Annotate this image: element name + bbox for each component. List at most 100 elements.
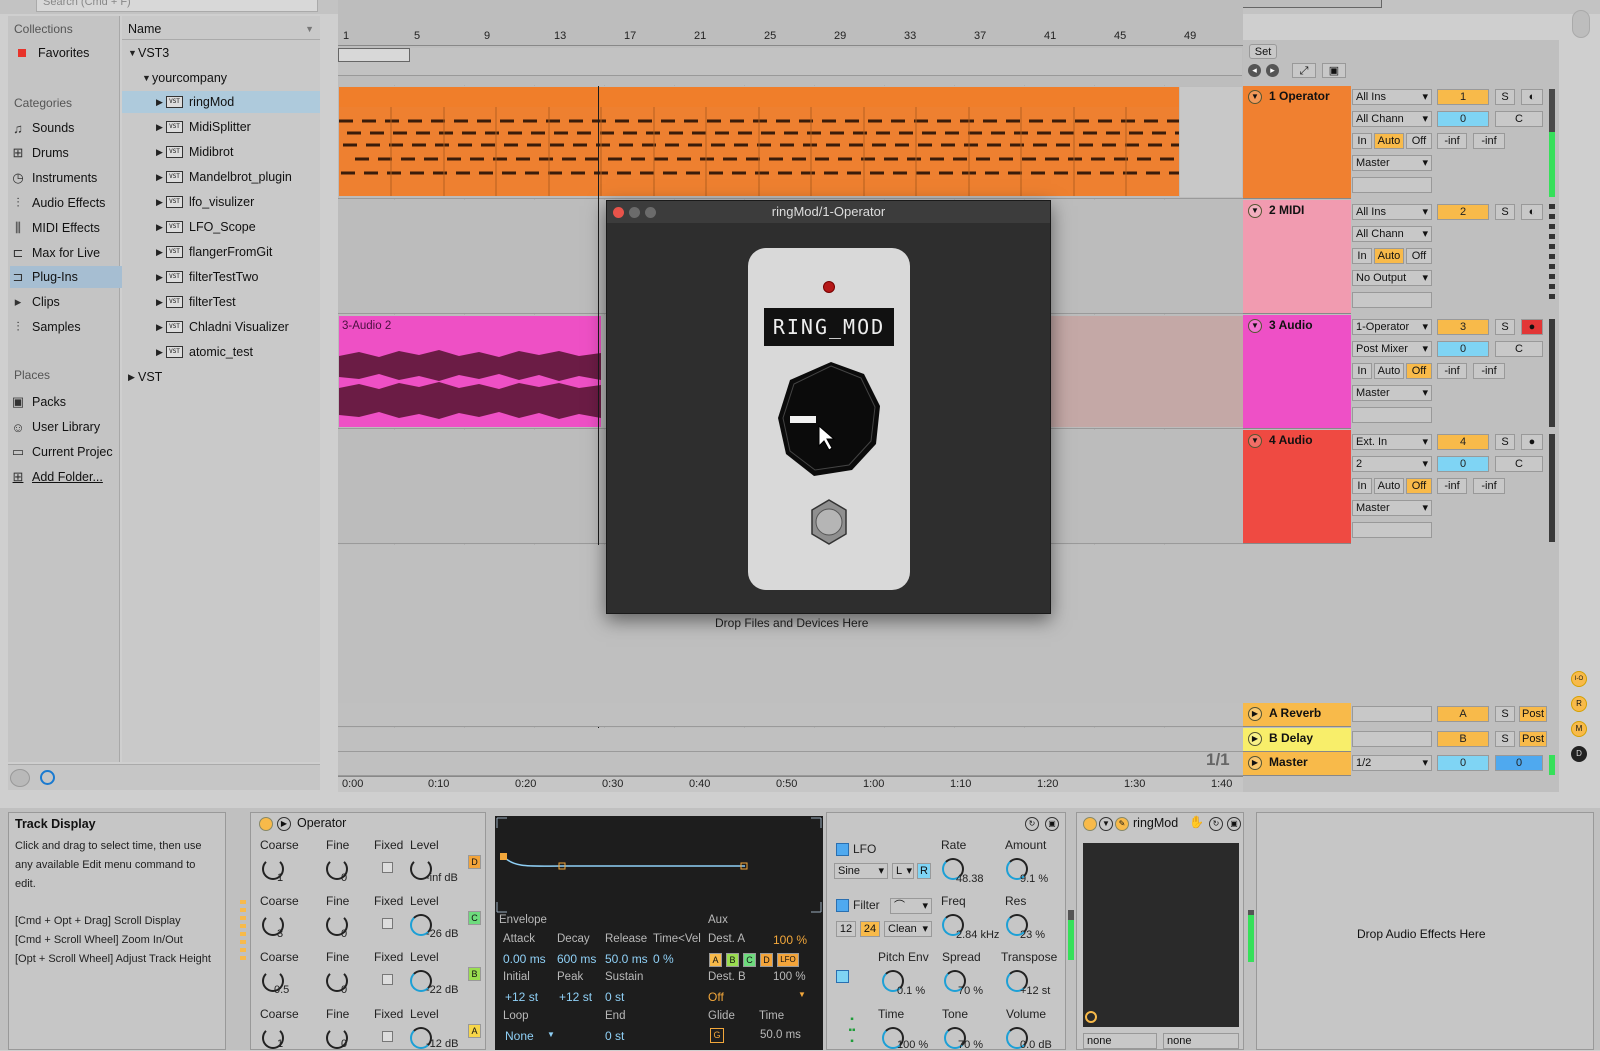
- input-channel-select[interactable]: 2 ▾: [1352, 456, 1432, 472]
- minimize-window-button[interactable]: [629, 207, 640, 218]
- tree-plugin-row[interactable]: ▶ VST LFO_Scope: [122, 216, 320, 238]
- pitch-env-checkbox[interactable]: [836, 970, 849, 983]
- device-power-button[interactable]: [259, 817, 273, 831]
- fixed-checkbox[interactable]: [382, 918, 393, 929]
- place-packs[interactable]: ▣ Packs: [10, 391, 122, 413]
- loop-dropdown-icon[interactable]: ▼: [547, 1030, 555, 1039]
- device-power-button[interactable]: [1083, 817, 1097, 831]
- loop-region[interactable]: [338, 48, 410, 62]
- post-button[interactable]: Post: [1519, 731, 1547, 747]
- tree-plugin-row[interactable]: ▶ VST Chladni Visualizer: [122, 316, 320, 338]
- ringmod-device[interactable]: ▼ ✎ ringMod ✋ ↻ ▣ none none: [1076, 812, 1244, 1050]
- input-type-select[interactable]: Ext. In ▾: [1352, 434, 1432, 450]
- monitor-off-button[interactable]: Off: [1406, 248, 1432, 264]
- fixed-checkbox[interactable]: [382, 974, 393, 985]
- solo-button[interactable]: S: [1495, 731, 1515, 747]
- arm-button-active[interactable]: ●: [1521, 319, 1543, 335]
- monitor-auto-button[interactable]: Auto: [1374, 478, 1404, 494]
- save-preset-icon[interactable]: ▣: [1227, 817, 1241, 831]
- lfo-range-select[interactable]: L ▾: [892, 863, 914, 879]
- mix-knob[interactable]: [776, 356, 882, 480]
- track-activator-button[interactable]: 1: [1437, 89, 1489, 105]
- category-drums[interactable]: ⊞ Drums: [10, 142, 122, 164]
- output-channel-select[interactable]: [1352, 522, 1432, 538]
- output-channel-select[interactable]: [1352, 407, 1432, 423]
- end-value[interactable]: 0 st: [605, 1029, 624, 1043]
- master-lane[interactable]: [338, 752, 1243, 776]
- collection-favorites[interactable]: Favorites: [14, 42, 126, 64]
- monitor-in-button[interactable]: In: [1352, 248, 1372, 264]
- fixed-checkbox[interactable]: [382, 1031, 393, 1042]
- zoom-window-button[interactable]: [645, 207, 656, 218]
- tree-plugin-row[interactable]: ▶ VST Midibrot: [122, 141, 320, 163]
- lfo-retrigger-button[interactable]: R: [917, 863, 931, 879]
- output-channel-select[interactable]: [1352, 177, 1432, 193]
- solo-button[interactable]: S: [1495, 89, 1515, 105]
- xy-param-x-select[interactable]: none: [1083, 1033, 1157, 1049]
- track-fold-icon[interactable]: ▼: [1248, 90, 1262, 104]
- track-activator-button[interactable]: 4: [1437, 434, 1489, 450]
- returns-toggle-icon[interactable]: R: [1571, 696, 1587, 712]
- io-toggle-icon[interactable]: I-O: [1571, 671, 1587, 687]
- tree-plugin-row[interactable]: ▶ VST Mandelbrot_plugin: [122, 166, 320, 188]
- track-header-1[interactable]: ▼ 1 Operator: [1243, 86, 1351, 199]
- master-channel-select[interactable]: 1/2 ▾: [1352, 755, 1432, 771]
- return-lane-a[interactable]: [338, 703, 1243, 727]
- dest-d-button[interactable]: D: [760, 953, 773, 967]
- tree-folder-vst3[interactable]: ▼ VST3: [122, 42, 320, 64]
- device-grip[interactable]: [1248, 910, 1254, 962]
- output-channel-select[interactable]: [1352, 292, 1432, 308]
- search-input[interactable]: Search (Cmd + F): [36, 0, 318, 12]
- input-type-select[interactable]: All Ins ▾: [1352, 89, 1432, 105]
- tree-plugin-row[interactable]: ▶ VST filterTestTwo: [122, 266, 320, 288]
- monitor-off-button[interactable]: Off: [1406, 363, 1432, 379]
- category-samples[interactable]: ⫶ Samples: [10, 316, 122, 338]
- solo-button[interactable]: S: [1495, 319, 1515, 335]
- delay-toggle-icon[interactable]: D: [1571, 746, 1587, 762]
- peak-value[interactable]: +12 st: [559, 990, 592, 1004]
- pan-field[interactable]: C: [1495, 341, 1543, 357]
- attack-value[interactable]: 0.00 ms: [503, 952, 546, 966]
- dest-b-select[interactable]: Off: [708, 990, 724, 1004]
- glide-toggle[interactable]: G: [710, 1028, 724, 1043]
- return-activator-button[interactable]: B: [1437, 731, 1489, 747]
- dest-lfo-button[interactable]: LFO: [777, 953, 799, 967]
- track-header-4[interactable]: ▼ 4 Audio: [1243, 430, 1351, 544]
- volume-field[interactable]: 0: [1437, 456, 1489, 472]
- next-locator-icon[interactable]: ▸: [1266, 64, 1279, 77]
- device-fold-icon[interactable]: ▼: [1099, 817, 1113, 831]
- track-fold-icon[interactable]: ▶: [1248, 732, 1262, 746]
- oscillator-button[interactable]: D: [468, 855, 481, 869]
- slope-12-button[interactable]: 12: [836, 921, 856, 937]
- input-type-select[interactable]: 1-Operator ▾: [1352, 319, 1432, 335]
- category-clips[interactable]: ▸ Clips: [10, 291, 122, 313]
- add-folder-button[interactable]: ⊞ Add Folder...: [10, 466, 122, 488]
- close-window-button[interactable]: [613, 207, 624, 218]
- oscillator-button[interactable]: A: [468, 1024, 481, 1038]
- category-audio-effects[interactable]: ⫶ Audio Effects: [10, 192, 122, 214]
- monitor-off-button[interactable]: Off: [1406, 478, 1432, 494]
- lfo-wave-select[interactable]: Sine ▾: [834, 863, 888, 879]
- arm-button[interactable]: ◐: [1521, 89, 1543, 105]
- solo-button[interactable]: S: [1495, 434, 1515, 450]
- oscillator-button[interactable]: C: [468, 911, 481, 925]
- dest-c-button[interactable]: C: [743, 953, 756, 967]
- input-channel-select[interactable]: Post Mixer ▾: [1352, 341, 1432, 357]
- return-lane-b[interactable]: [338, 728, 1243, 752]
- bar-ruler[interactable]: [338, 28, 1243, 46]
- output-select[interactable]: Master ▾: [1352, 155, 1432, 171]
- envelope-display[interactable]: [495, 816, 823, 916]
- pan-field[interactable]: C: [1495, 456, 1543, 472]
- plugin-window-titlebar[interactable]: ringMod/1-Operator: [607, 201, 1050, 223]
- tree-plugin-row[interactable]: ▶ VST lfo_visulizer: [122, 191, 320, 213]
- tree-folder-company[interactable]: ▼ yourcompany: [122, 67, 320, 89]
- glide-time-value[interactable]: 50.0 ms: [760, 1029, 801, 1041]
- dest-a-amount[interactable]: 100 %: [773, 933, 807, 947]
- return-track-b[interactable]: ▶ B Delay: [1243, 728, 1351, 752]
- dest-b-dropdown-icon[interactable]: ▼: [798, 990, 806, 999]
- solo-button[interactable]: S: [1495, 204, 1515, 220]
- footswitch-button[interactable]: [809, 498, 849, 546]
- track-activator-button[interactable]: 3: [1437, 319, 1489, 335]
- tree-plugin-row[interactable]: ▶ VST MidiSplitter: [122, 116, 320, 138]
- filter-checkbox[interactable]: [836, 899, 849, 912]
